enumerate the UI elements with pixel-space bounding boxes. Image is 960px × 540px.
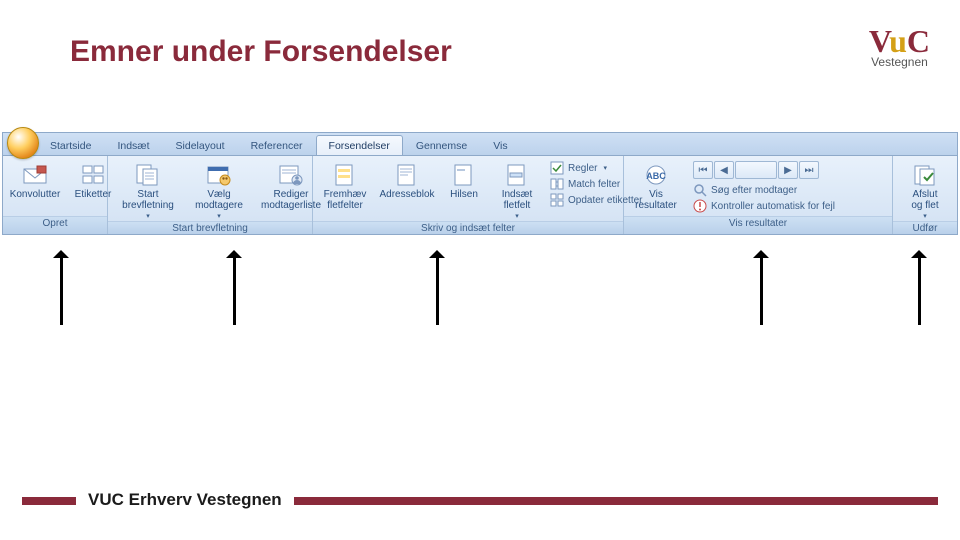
chevron-down-icon: ▾ xyxy=(923,212,927,220)
tab-forsendelser[interactable]: Forsendelser xyxy=(316,135,403,155)
footer-text: VUC Erhverv Vestegnen xyxy=(76,490,294,510)
address-block-icon xyxy=(393,162,421,188)
nav-next[interactable]: ▶ xyxy=(778,161,798,179)
search-icon xyxy=(693,183,707,197)
group-label-opret: Opret xyxy=(3,216,107,234)
btn-kontroller-fejl[interactable]: Kontroller automatisk for fejl xyxy=(693,199,835,213)
btn-adresseblok[interactable]: Adresseblok xyxy=(374,159,440,201)
chevron-down-icon: ▾ xyxy=(515,212,519,220)
nav-prev[interactable]: ◀ xyxy=(714,161,734,179)
nav-last[interactable]: ⏭ xyxy=(799,161,819,179)
btn-start-brevfletning[interactable]: Start brevfletning ▾ xyxy=(111,159,185,221)
finish-merge-icon xyxy=(911,162,939,188)
record-navigator: ⏮ ◀ ▶ ⏭ xyxy=(693,161,835,179)
tab-referencer[interactable]: Referencer xyxy=(238,135,316,155)
label-icon xyxy=(79,162,107,188)
highlight-fields-icon xyxy=(331,162,359,188)
nav-record-box[interactable] xyxy=(735,161,777,179)
btn-fremhaev-fletfelter[interactable]: Fremhæv fletfelter xyxy=(316,159,374,212)
chevron-down-icon: ▾ xyxy=(146,212,150,220)
annotation-arrow xyxy=(918,255,921,325)
btn-afslut-flet[interactable]: Afslut og flet ▾ xyxy=(896,159,954,221)
group-vis-resultater: ABC Vis resultater ⏮ ◀ ▶ ⏭ xyxy=(624,156,893,234)
insert-field-icon xyxy=(503,162,531,188)
mailmerge-start-icon xyxy=(134,162,162,188)
envelope-icon xyxy=(21,162,49,188)
group-opret: Konvolutter Etiketter Opret xyxy=(3,156,108,234)
btn-konvolutter[interactable]: Konvolutter xyxy=(6,159,64,201)
btn-sog-modtager[interactable]: Søg efter modtager xyxy=(693,183,835,197)
group-label-vis: Vis resultater xyxy=(624,216,892,234)
preview-icon: ABC xyxy=(642,162,670,188)
check-errors-icon xyxy=(693,199,707,213)
group-label-udfor: Udfør xyxy=(893,221,957,234)
svg-text:ABC: ABC xyxy=(646,171,666,181)
annotation-arrow xyxy=(60,255,63,325)
tab-sidelayout[interactable]: Sidelayout xyxy=(163,135,238,155)
page-title: Emner under Forsendelser xyxy=(70,35,452,69)
office-button[interactable] xyxy=(7,127,39,159)
edit-list-icon xyxy=(277,162,305,188)
tab-gennemse[interactable]: Gennemse xyxy=(403,135,480,155)
tab-indsaet[interactable]: Indsæt xyxy=(104,135,162,155)
greeting-icon xyxy=(450,162,478,188)
tab-startside[interactable]: Startside xyxy=(37,135,104,155)
annotation-arrow xyxy=(233,255,236,325)
match-fields-icon xyxy=(550,177,564,191)
chevron-down-icon: ▾ xyxy=(217,212,221,220)
group-start-brevfletning: Start brevfletning ▾ Vælg modtagere ▾ xyxy=(108,156,313,234)
btn-hilsen[interactable]: Hilsen xyxy=(440,159,488,201)
logo: VuC Vestegnen xyxy=(869,25,930,69)
update-labels-icon xyxy=(550,193,564,207)
btn-indsaet-fletfelt[interactable]: Indsæt fletfelt ▾ xyxy=(488,159,546,221)
ribbon: Startside Indsæt Sidelayout Referencer F… xyxy=(2,132,958,235)
rules-icon xyxy=(550,161,564,175)
tab-vis[interactable]: Vis xyxy=(480,135,520,155)
nav-first[interactable]: ⏮ xyxy=(693,161,713,179)
annotation-arrow xyxy=(436,255,439,325)
annotation-arrow xyxy=(760,255,763,325)
btn-vis-resultater[interactable]: ABC Vis resultater xyxy=(627,159,685,212)
recipients-icon xyxy=(205,162,233,188)
tab-strip: Startside Indsæt Sidelayout Referencer F… xyxy=(3,133,957,156)
group-label-start: Start brevfletning xyxy=(108,221,312,234)
group-udfor: Afslut og flet ▾ Udfør xyxy=(893,156,957,234)
btn-vaelg-modtagere[interactable]: Vælg modtagere ▾ xyxy=(185,159,253,221)
group-skriv-indsaet: Fremhæv fletfelter Adresseblok Hilsen xyxy=(313,156,624,234)
group-label-skriv: Skriv og indsæt felter xyxy=(313,221,623,234)
